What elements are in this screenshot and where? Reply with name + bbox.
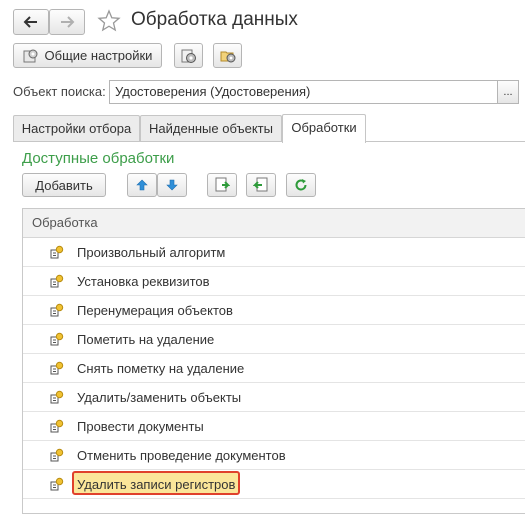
table-row[interactable]: Отменить проведение документов xyxy=(23,441,525,470)
row-label: Пометить на удаление xyxy=(77,332,215,347)
processing-icon xyxy=(50,274,64,291)
general-settings-label: Общие настройки xyxy=(44,48,153,63)
table-row[interactable]: Снять пометку на удаление xyxy=(23,354,525,383)
processing-icon xyxy=(50,303,64,320)
refresh-icon xyxy=(295,179,307,191)
general-settings-button[interactable]: Общие настройки xyxy=(13,43,162,68)
tab-gap xyxy=(283,141,365,142)
settings-button[interactable] xyxy=(174,43,203,68)
select-label: ... xyxy=(503,86,513,98)
arrow-down-icon xyxy=(166,179,178,191)
row-label: Установка реквизитов xyxy=(77,274,210,289)
row-label: Произвольный алгоритм xyxy=(77,245,226,260)
section-title: Доступные обработки xyxy=(22,150,175,167)
arrow-left-icon xyxy=(23,16,37,28)
table-row[interactable]: Перенумерация объектов xyxy=(23,296,525,325)
table-row[interactable]: Произвольный алгоритм xyxy=(23,238,525,267)
table-row[interactable]: Удалить/заменить объекты xyxy=(23,383,525,412)
folder-settings-button[interactable] xyxy=(213,43,242,68)
tab-divider xyxy=(13,141,525,142)
arrow-up-icon xyxy=(136,179,148,191)
settings-icon xyxy=(23,49,38,62)
move-up-button[interactable] xyxy=(127,173,157,197)
move-down-button[interactable] xyxy=(157,173,187,197)
search-object-field[interactable]: Удостоверения (Удостоверения) xyxy=(109,80,498,104)
add-label: Добавить xyxy=(35,177,93,193)
gear-icon xyxy=(181,49,196,63)
load-settings-button[interactable] xyxy=(246,173,276,197)
processing-icon xyxy=(50,477,64,494)
favorite-star-icon[interactable] xyxy=(97,9,121,36)
processing-icon xyxy=(50,245,64,262)
tab-filter-settings[interactable]: Настройки отбора xyxy=(13,115,140,142)
folder-gear-icon xyxy=(220,51,235,62)
save-settings-button[interactable] xyxy=(207,173,237,197)
forward-button[interactable] xyxy=(49,9,85,35)
row-label: Отменить проведение документов xyxy=(77,448,286,463)
table-row[interactable]: Пометить на удаление xyxy=(23,325,525,354)
row-label: Снять пометку на удаление xyxy=(77,361,245,376)
refresh-button[interactable] xyxy=(286,173,316,197)
processing-icon xyxy=(50,448,64,465)
processing-icon xyxy=(50,419,64,436)
row-label: Провести документы xyxy=(77,419,204,434)
table-header[interactable]: Обработка xyxy=(23,209,525,238)
arrow-right-icon xyxy=(61,16,75,28)
table-row[interactable]: Провести документы xyxy=(23,412,525,441)
tab-processings[interactable]: Обработки xyxy=(282,114,366,143)
tab-found-objects[interactable]: Найденные объекты xyxy=(140,115,282,142)
add-button[interactable]: Добавить xyxy=(22,173,106,197)
select-button[interactable]: ... xyxy=(497,80,519,104)
table-row[interactable]: Установка реквизитов xyxy=(23,267,525,296)
processing-icon xyxy=(50,390,64,407)
row-label: Перенумерация объектов xyxy=(77,303,233,318)
processings-table[interactable]: Обработка Произвольный алгоритм Установка… xyxy=(22,208,525,514)
table-row[interactable]: Удалить записи регистров xyxy=(23,470,525,499)
search-object-label: Объект поиска: xyxy=(13,84,106,99)
row-label: Удалить записи регистров xyxy=(77,477,236,492)
processing-icon xyxy=(50,361,64,378)
row-label: Удалить/заменить объекты xyxy=(77,390,242,405)
document-import-icon xyxy=(253,177,268,192)
page-title: Обработка данных xyxy=(131,9,298,30)
back-button[interactable] xyxy=(13,9,49,35)
processing-icon xyxy=(50,332,64,349)
document-green-arrow-icon xyxy=(215,177,230,192)
